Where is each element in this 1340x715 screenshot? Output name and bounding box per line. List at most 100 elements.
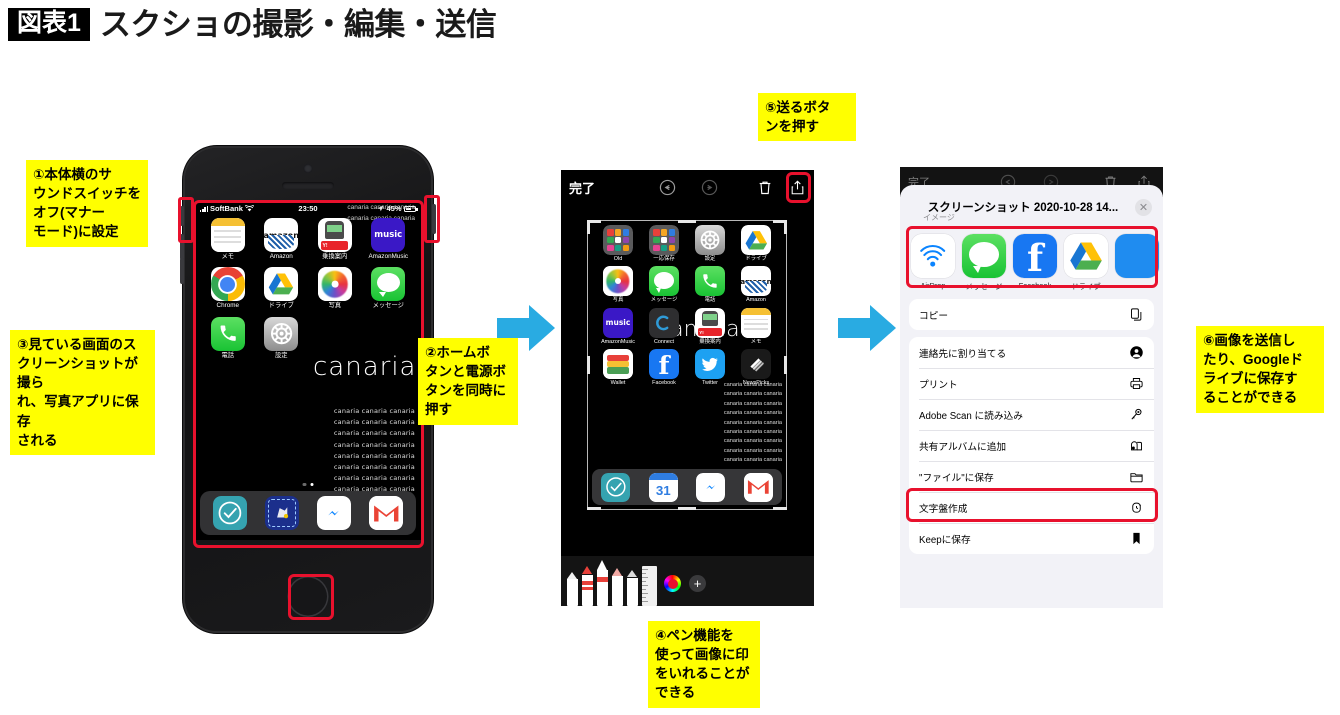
google-drive-icon[interactable]: [1064, 234, 1108, 278]
page-title-text: スクショの撮影・編集・送信: [99, 7, 497, 42]
google-drive-icon: [741, 225, 771, 255]
chrome-icon[interactable]: [210, 267, 245, 302]
close-icon[interactable]: ✕: [1135, 198, 1152, 216]
callout-3: ③見ている画面のス クリーンショットが撮ら れ、写真アプリに保存 される: [10, 330, 155, 455]
screenshot-canvas[interactable]: canaria Old一応保存設定ドライブ写真メッセージ電話amazonAmaz…: [587, 220, 787, 510]
share-action-5[interactable]: "ファイル"に保存: [909, 461, 1154, 492]
home-app-2[interactable]: amazonAmazon: [255, 218, 309, 260]
pen-tool[interactable]: [567, 572, 578, 606]
pencil-tool[interactable]: [612, 568, 623, 606]
add-tool-button[interactable]: +: [689, 575, 706, 592]
share-target-app-row[interactable]: AirDrop メッセージ f Facebook ドライブ: [909, 229, 1159, 299]
photos-icon[interactable]: [317, 267, 352, 302]
mute-switch-button[interactable]: [180, 206, 184, 226]
figure-badge: 図表1: [8, 8, 90, 41]
done-button[interactable]: 完了: [569, 178, 595, 197]
crop-handle-bc[interactable]: [678, 507, 696, 510]
share-action-3[interactable]: Adobe Scan に読み込み: [909, 399, 1154, 430]
eraser-tool[interactable]: [627, 570, 638, 606]
photos-icon: [603, 266, 633, 297]
share-action-list-secondary[interactable]: 連絡先に割り当てる プリント Adobe Scan に読み込み 共有アルバムに追加 "フ…: [909, 337, 1154, 554]
settings-icon[interactable]: [264, 316, 299, 351]
share-target-label: メッセージ: [965, 282, 1003, 291]
share-action-7[interactable]: Keepに保存: [909, 523, 1154, 554]
crop-handle-tc[interactable]: [678, 220, 696, 223]
amazon-music-icon: music: [603, 307, 633, 338]
share-target-メッセージ[interactable]: メッセージ: [962, 234, 1006, 292]
wallet-icon: [603, 349, 633, 380]
color-picker-wheel[interactable]: [664, 575, 681, 592]
redo-icon[interactable]: [701, 179, 718, 196]
pen-tool-palette[interactable]: +: [561, 556, 814, 606]
share-action-list-primary[interactable]: コピー: [909, 299, 1154, 330]
dock-app-1[interactable]: [213, 496, 247, 530]
canvas-app-label: ドライブ: [745, 256, 767, 262]
share-target-ドライブ[interactable]: ドライブ: [1064, 234, 1108, 292]
amazon-icon: amazon: [741, 266, 771, 297]
canvas-app-label: Old: [613, 256, 623, 262]
amazon-icon[interactable]: amazon: [264, 218, 299, 252]
share-target-Facebook[interactable]: f Facebook: [1013, 234, 1057, 292]
share-action-1[interactable]: 連絡先に割り当てる: [909, 337, 1154, 368]
crop-handle-br[interactable]: [773, 507, 787, 510]
home-app-8[interactable]: メッセージ: [362, 267, 416, 309]
callout-1: ①本体横のサ ウンドスイッチを オフ(マナー モード)に設定: [26, 160, 148, 247]
transit-icon: Y!: [317, 218, 352, 252]
folder-save-icon: [649, 225, 679, 255]
share-action-6[interactable]: 文字盤作成: [909, 492, 1154, 523]
undo-icon[interactable]: [659, 179, 676, 196]
ruler-tool[interactable]: [642, 566, 657, 606]
copy-icon: [1129, 307, 1144, 322]
messages-icon: [649, 266, 679, 297]
marker-tool[interactable]: [582, 566, 593, 606]
calendar-31-icon: 31: [648, 472, 678, 502]
felt-pen-tool[interactable]: [597, 560, 608, 606]
canvas-wallpaper-lines: canaria canaria canaria canaria canaria …: [723, 382, 782, 464]
share-target-label: Facebook: [1018, 281, 1052, 290]
crop-handle-bl[interactable]: [587, 507, 601, 510]
page-indicator-dots[interactable]: [302, 482, 314, 486]
google-drive-icon[interactable]: [264, 267, 299, 302]
home-app-9[interactable]: 電話: [201, 316, 255, 359]
home-app-3[interactable]: Y! 乗換案内: [308, 218, 362, 260]
share-action-2[interactable]: プリント: [909, 368, 1154, 399]
notes-icon: [741, 307, 771, 338]
transit-icon[interactable]: Y!: [317, 218, 352, 252]
canvas-app-7: 電話: [687, 266, 733, 303]
home-app-10[interactable]: 設定: [255, 316, 309, 359]
messages-icon[interactable]: [371, 267, 406, 302]
messages-icon[interactable]: [962, 234, 1006, 278]
phone-icon[interactable]: [210, 316, 245, 351]
volume-down-button[interactable]: [180, 258, 184, 284]
home-app-label: 設定: [274, 351, 288, 359]
share-action-1[interactable]: コピー: [909, 299, 1154, 330]
home-app-4[interactable]: music AmazonMusic: [362, 218, 416, 260]
wallpaper-repeat-lines: canaria canaria canaria canaria canaria …: [333, 407, 415, 494]
home-button[interactable]: [287, 576, 329, 617]
home-app-1[interactable]: メモ: [201, 218, 255, 260]
home-app-6[interactable]: ドライブ: [255, 267, 309, 309]
volume-up-button[interactable]: [180, 234, 184, 260]
check-circle-icon: [601, 472, 631, 502]
amazon-music-icon[interactable]: music: [371, 218, 406, 252]
airdrop-icon[interactable]: [911, 234, 955, 278]
power-button[interactable]: [432, 204, 436, 234]
dock-app-4[interactable]: [369, 496, 403, 530]
home-app-5[interactable]: Chrome: [201, 267, 255, 309]
dock-app-2[interactable]: [265, 496, 299, 530]
share-target-AirDrop[interactable]: AirDrop: [911, 234, 955, 292]
canvas-app-8: amazonAmazon: [733, 266, 779, 303]
partial-app-icon[interactable]: [1115, 234, 1159, 278]
canvas-app-14: f Facebook: [641, 349, 687, 386]
home-app-7[interactable]: 写真: [308, 267, 362, 309]
canvas-app-6: メッセージ: [641, 266, 687, 303]
callout-5: ⑤送るボタ ンを押す: [758, 93, 856, 142]
notes-icon[interactable]: [210, 218, 245, 252]
facebook-icon[interactable]: f: [1013, 234, 1057, 278]
dock-app-3[interactable]: [317, 496, 351, 530]
trash-icon[interactable]: [757, 179, 773, 196]
amazon-music-icon: music: [371, 218, 406, 252]
share-icon[interactable]: [790, 179, 805, 196]
share-target-partial[interactable]: [1115, 234, 1159, 292]
share-action-4[interactable]: 共有アルバムに追加: [909, 430, 1154, 461]
